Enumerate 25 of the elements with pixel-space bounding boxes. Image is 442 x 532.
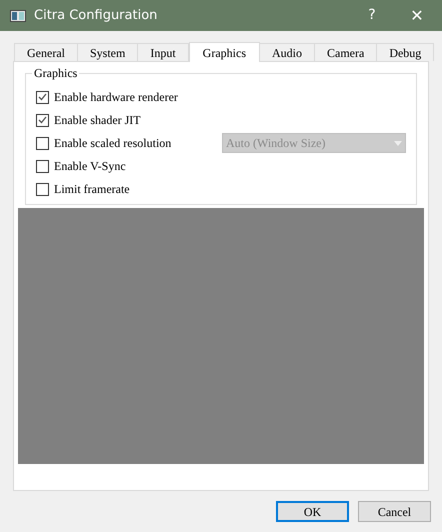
checkbox[interactable] [36,136,49,150]
option-label: Enable shader JIT [54,112,141,129]
dialog-button[interactable]: Cancel [358,501,431,522]
option-label: Limit framerate [54,181,130,198]
tab[interactable]: Graphics [188,42,260,62]
tab[interactable]: System [76,43,138,61]
close-button[interactable]: ✕ [402,4,432,28]
option-label: Enable V-Sync [54,158,126,175]
help-button[interactable]: ? [352,5,392,26]
checkbox[interactable] [36,182,49,196]
window-icon [10,10,26,22]
tab[interactable]: General [14,43,78,61]
tab[interactable]: Input [137,43,189,61]
check-icon [38,116,47,124]
group-title: Graphics [32,66,80,80]
dialog-button[interactable]: OK [276,501,349,522]
check-icon [38,93,47,101]
checkbox[interactable] [36,114,49,126]
option-label: Enable scaled resolution [54,135,172,152]
checkbox[interactable] [36,90,49,104]
checkbox[interactable] [36,160,49,172]
dropdown-arrow-icon [394,140,402,146]
window-title: Citra Configuration [34,6,158,25]
tab[interactable]: Debug [376,43,434,61]
option-label: Enable hardware renderer [54,89,178,106]
